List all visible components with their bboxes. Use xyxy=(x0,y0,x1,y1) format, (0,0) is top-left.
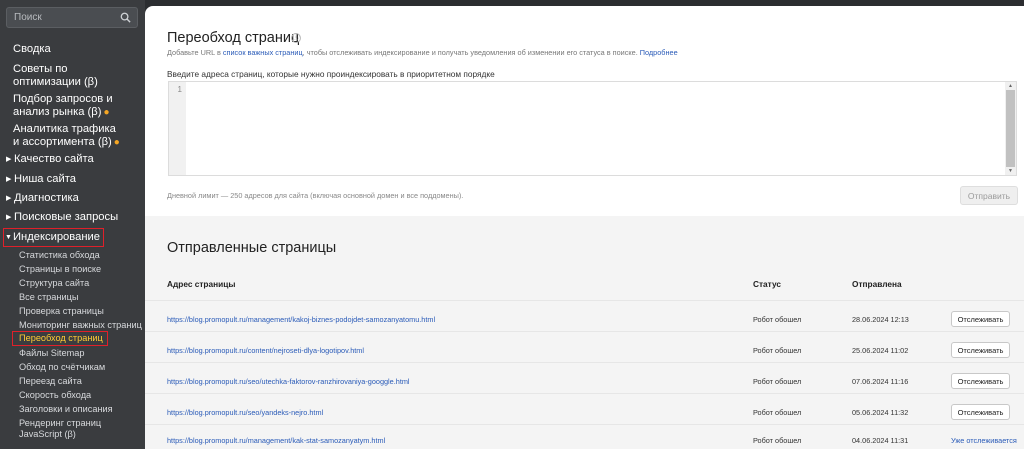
expand-arrow-icon: ▶ xyxy=(6,176,12,183)
track-button[interactable]: Отслеживать xyxy=(951,373,1010,389)
sent-pages-title: Отправленные страницы xyxy=(167,240,337,256)
page-url-link[interactable]: https://blog.promopult.ru/seo/utechka-fa… xyxy=(167,377,410,386)
nav-group-label: Диагностика xyxy=(14,192,79,204)
page-url-link[interactable]: https://blog.promopult.ru/content/nejros… xyxy=(167,346,364,355)
status-cell: Робот обошел xyxy=(753,377,802,386)
send-button[interactable]: Отправить xyxy=(960,186,1018,205)
nav-item-optimization-tips[interactable]: Советы по оптимизации (β) xyxy=(13,63,123,88)
sub-item-site-move[interactable]: Переезд сайта xyxy=(19,376,82,387)
recrawl-panel: Переобход страниц ⓘ Добавьте URL в списо… xyxy=(145,6,1024,216)
sub-item-important-pages[interactable]: Мониторинг важных страниц xyxy=(19,320,142,331)
sub-item-counter-crawl[interactable]: Обход по счётчикам xyxy=(19,362,105,373)
sub-item-crawl-speed[interactable]: Скорость обхода xyxy=(19,390,91,401)
sub-item-pages-in-search[interactable]: Страницы в поиске xyxy=(19,264,101,275)
track-button[interactable]: Отслеживать xyxy=(951,404,1010,420)
collapse-arrow-icon: ▼ xyxy=(5,234,12,241)
nav-item-traffic-analytics[interactable]: Аналитика трафика и ассортимента (β) ● xyxy=(13,123,123,149)
nav-group-label: Поисковые запросы xyxy=(14,211,119,223)
scroll-up-icon[interactable]: ▲ xyxy=(1007,83,1014,89)
important-pages-link[interactable]: список важных страниц xyxy=(223,48,303,57)
new-dot-icon: ● xyxy=(103,106,110,118)
scroll-down-icon[interactable]: ▼ xyxy=(1007,168,1014,174)
expand-arrow-icon: ▶ xyxy=(6,214,12,221)
sub-item-crawl-stats[interactable]: Статистика обхода xyxy=(19,250,100,261)
date-cell: 25.06.2024 11:02 xyxy=(852,346,909,355)
track-button[interactable]: Отслеживать xyxy=(951,311,1010,327)
sub-item-titles-descriptions[interactable]: Заголовки и описания xyxy=(19,404,113,415)
nav-group-site-quality[interactable]: ▶ Качество сайта xyxy=(6,153,94,166)
subtitle-text: Добавьте URL в xyxy=(167,48,223,57)
scroll-thumb[interactable] xyxy=(1006,90,1015,167)
already-tracked-link[interactable]: Уже отслеживается xyxy=(951,436,1017,445)
nav-item-summary[interactable]: Сводка xyxy=(13,43,51,56)
track-button[interactable]: Отслеживать xyxy=(951,342,1010,358)
subtitle-text: , чтобы отслеживать индексирование и пол… xyxy=(302,48,638,57)
page-url-link[interactable]: https://blog.promopult.ru/management/kak… xyxy=(167,436,385,445)
nav-item-label: Подбор запросов и анализ рынка (β) xyxy=(13,93,113,118)
scrollbar[interactable]: ▲ ▼ xyxy=(1005,82,1016,175)
info-icon[interactable]: ⓘ xyxy=(291,33,301,43)
expand-arrow-icon: ▶ xyxy=(6,156,12,163)
sub-item-all-pages[interactable]: Все страницы xyxy=(19,292,78,303)
status-cell: Робот обошел xyxy=(753,436,802,445)
status-cell: Робот обошел xyxy=(753,408,802,417)
sub-item-recrawl[interactable]: Переобход страниц xyxy=(12,331,108,346)
nav-group-niche[interactable]: ▶ Ниша сайта xyxy=(6,173,76,186)
nav-group-search-queries[interactable]: ▶ Поисковые запросы xyxy=(6,211,118,224)
date-cell: 28.06.2024 12:13 xyxy=(852,315,909,324)
table-divider xyxy=(145,300,1024,301)
sent-pages-panel: Отправленные страницы Адрес страницы Ста… xyxy=(145,216,1024,449)
nav-group-label: Индексирование xyxy=(13,231,100,243)
sub-item-js-rendering[interactable]: Рендеринг страниц JavaScript (β) xyxy=(19,418,134,440)
nav-group-diagnostics[interactable]: ▶ Диагностика xyxy=(6,192,79,205)
nav-group-label: Ниша сайта xyxy=(14,173,76,185)
page-url-link[interactable]: https://blog.promopult.ru/management/kak… xyxy=(167,315,435,324)
table-divider xyxy=(145,362,1024,363)
page-title: Переобход страниц xyxy=(167,30,300,46)
url-editor: 1 ▲ ▼ xyxy=(168,81,1017,176)
column-header-url: Адрес страницы xyxy=(167,279,236,289)
new-dot-icon: ● xyxy=(113,136,120,148)
date-cell: 07.06.2024 11:16 xyxy=(852,377,909,386)
page-url-link[interactable]: https://blog.promopult.ru/seo/yandeks-ne… xyxy=(167,408,323,417)
url-textarea[interactable] xyxy=(187,82,1005,175)
column-header-date: Отправлена xyxy=(852,279,902,289)
status-cell: Робот обошел xyxy=(753,346,802,355)
date-cell: 05.06.2024 11:32 xyxy=(852,408,909,417)
search-input[interactable] xyxy=(7,8,117,27)
textarea-label: Введите адреса страниц, которые нужно пр… xyxy=(167,69,495,79)
daily-limit-text: Дневной лимит — 250 адресов для сайта (в… xyxy=(167,191,464,200)
nav-item-label: Аналитика трафика и ассортимента (β) xyxy=(13,123,116,148)
table-divider xyxy=(145,424,1024,425)
sub-item-sitemap[interactable]: Файлы Sitemap xyxy=(19,348,84,359)
nav-group-label: Качество сайта xyxy=(14,153,94,165)
sidebar: Сводка Советы по оптимизации (β) Подбор … xyxy=(0,0,145,449)
column-header-status: Статус xyxy=(753,279,781,289)
nav-item-query-selection[interactable]: Подбор запросов и анализ рынка (β) ● xyxy=(13,93,123,119)
expand-arrow-icon: ▶ xyxy=(6,195,12,202)
table-divider xyxy=(145,331,1024,332)
date-cell: 04.06.2024 11:31 xyxy=(852,436,909,445)
status-cell: Робот обошел xyxy=(753,315,802,324)
sub-item-site-structure[interactable]: Структура сайта xyxy=(19,278,89,289)
search-icon[interactable] xyxy=(120,12,131,23)
more-link[interactable]: Подробнее xyxy=(640,48,678,57)
page-subtitle: Добавьте URL в список важных страниц, чт… xyxy=(167,48,678,57)
search-box xyxy=(6,7,138,28)
nav-group-indexing[interactable]: ▼Индексирование xyxy=(3,228,104,247)
line-number-gutter: 1 xyxy=(169,82,186,175)
sub-item-page-check[interactable]: Проверка страницы xyxy=(19,306,104,317)
table-divider xyxy=(145,393,1024,394)
